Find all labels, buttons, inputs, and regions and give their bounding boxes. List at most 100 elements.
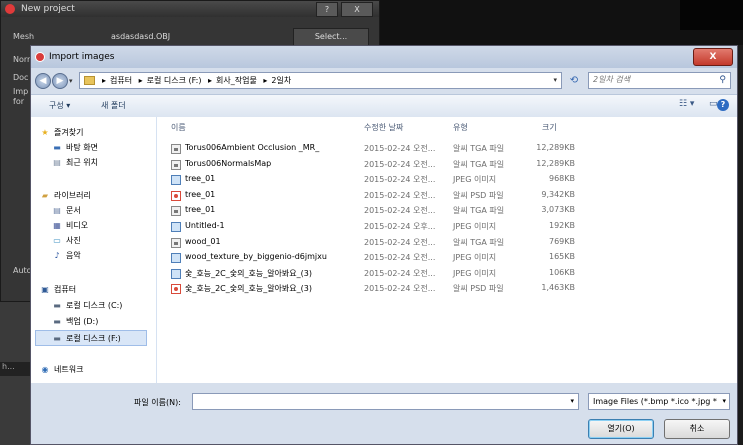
filename-input[interactable] [197,396,557,405]
file-row[interactable]: wood_01 2015-02-24 오전... 알씨 TGA 파일 769KB [157,236,737,251]
file-name: wood_texture_by_biggenio-d6jmjxu [185,252,327,262]
file-row[interactable]: wood_texture_by_biggenio-d6jmjxu 2015-02-… [157,251,737,266]
file-date: 2015-02-24 오전... [364,159,436,169]
file-name: tree_01 [185,174,216,184]
help-icon[interactable]: ? [717,99,729,111]
nav-recent[interactable]: ▤ 최근 위치 [51,157,98,168]
nav-favorites[interactable]: ★ 즐겨찾기 [39,127,83,138]
nav-pictures[interactable]: ▭ 사진 [51,235,81,246]
address-row: ◀ ▶ ▾ ▸ 컴퓨터 ▸ 로컬 디스크 (F:) ▸ 회사_작업물 ▸ 2일차 ▾ ⟲… [31,70,737,92]
file-name: tree_01 [185,189,216,199]
refresh-icon[interactable]: ⟲ [566,74,582,88]
file-row[interactable]: tree_01 2015-02-24 오전... 알씨 TGA 파일 3,073KB [157,204,737,219]
network-icon: ◉ [41,365,49,374]
file-date: 2015-02-24 오전... [364,175,436,185]
nav-drive-d[interactable]: ▬ 백업 (D:) [51,316,98,327]
file-date: 2015-02-24 오전... [364,144,436,153]
file-row[interactable]: tree_01 2015-02-24 오전... 알씨 PSD 파일 9,342KB [157,189,737,204]
organize-menu[interactable]: 구성 ▾ [49,100,70,111]
file-row[interactable]: Torus006NormalsMap 2015-02-24 오전... 알씨 TGA… [157,158,737,173]
filename-dropdown-icon[interactable]: ▾ [570,397,574,405]
picture-icon: ▭ [53,236,61,245]
address-bar[interactable]: ▸ 컴퓨터 ▸ 로컬 디스크 (F:) ▸ 회사_작업물 ▸ 2일차 ▾ [79,72,562,89]
nav-computer[interactable]: ▣ 컴퓨터 [39,284,76,295]
open-button[interactable]: 열기(O) [588,419,654,439]
file-type: JPEG 이미지 [453,268,497,278]
cancel-button[interactable]: 취소 [664,419,730,439]
document-icon: ▤ [53,206,61,215]
file-date: 2015-02-24 오전... [364,237,436,247]
breadcrumb-item[interactable]: 로컬 디스크 (F:) [147,76,202,85]
search-box[interactable]: ⚲ [588,72,731,89]
new-folder-button[interactable]: 새 폴더 [101,100,126,111]
drive-icon: ▬ [53,317,61,326]
search-icon[interactable]: ⚲ [719,75,726,85]
file-size: 12,289KB [536,143,575,152]
filetype-select[interactable]: Image Files (*.bmp *.ico *.jpg * ▾ [588,393,730,410]
filename-field[interactable]: ▾ [192,393,579,410]
column-header-size[interactable]: 크기 [542,122,557,133]
forward-button[interactable]: ▶ [52,73,68,89]
dialog-close-button[interactable]: X [693,48,733,66]
nav-libraries[interactable]: ▰ 라이브러리 [39,190,91,201]
file-row[interactable]: Untitled-1 2015-02-24 오후... JPEG 이미지 192KB [157,220,737,235]
normal-label: Norr [13,55,31,64]
desktop-icon: ▬ [53,143,61,152]
toolbar: 구성 ▾ 새 폴더 ☷ ▾ ▭ ? [31,94,737,118]
file-size: 12,289KB [536,158,575,168]
back-button[interactable]: ◀ [35,73,51,89]
music-icon: ♪ [54,251,60,260]
column-header-type[interactable]: 유형 [453,122,468,133]
drive-icon: ▬ [53,301,61,310]
nav-documents[interactable]: ▤ 문서 [51,205,81,216]
help-button[interactable]: ? [316,2,338,17]
filetype-dropdown-icon[interactable]: ▾ [720,394,726,409]
column-header-date[interactable]: 수정한 날짜 [364,122,403,133]
library-icon: ▰ [41,191,49,200]
file-date: 2015-02-24 오전... [364,206,436,216]
nav-network[interactable]: ◉ 네트워크 [39,364,84,375]
nav-videos[interactable]: ▦ 비디오 [51,220,88,231]
file-name: wood_01 [185,236,221,246]
file-size: 769KB [548,236,575,246]
search-input[interactable] [593,75,708,84]
file-date: 2015-02-24 오전... [364,268,436,278]
file-type: JPEG 이미지 [453,222,497,231]
history-dropdown-icon[interactable]: ▾ [69,77,73,85]
tga-file-icon [171,206,181,217]
select-mesh-button[interactable]: Select... [293,28,369,46]
psd-file-icon [171,284,181,295]
address-dropdown-icon[interactable]: ▾ [553,76,557,84]
nav-desktop[interactable]: ▬ 바탕 화면 [51,142,98,153]
jpg-file-icon [171,253,181,264]
breadcrumb-item[interactable]: 컴퓨터 [110,76,132,85]
for-label: for [13,97,24,106]
file-row[interactable]: tree_01 2015-02-24 오전... JPEG 이미지 968KB [157,173,737,188]
file-row[interactable]: 숯_호능_2C_숯의_호능_알아봐요_(3) 2015-02-24 오전... 알씨… [157,282,737,297]
file-type: JPEG 이미지 [453,253,497,263]
nav-music[interactable]: ♪ 음악 [51,250,80,261]
app-logo-icon [35,52,45,62]
file-type: 알씨 TGA 파일 [453,144,505,153]
nav-drive-c[interactable]: ▬ 로컬 디스크 (C:) [51,300,122,311]
filetype-value: Image Files (*.bmp *.ico *.jpg * [593,397,717,406]
breadcrumb-item[interactable]: 회사_작업물 [216,76,257,85]
file-row[interactable]: 숯_호능_2C_숯의_호능_알아봐요_(3) 2015-02-24 오전... JP… [157,267,737,282]
column-header-name[interactable]: 이름 [171,122,186,133]
folder-icon [84,76,95,85]
file-size: 9,342KB [541,189,575,199]
file-size: 106KB [548,267,575,277]
file-type: 알씨 TGA 파일 [453,159,505,169]
navigation-pane: ★ 즐겨찾기 ▬ 바탕 화면 ▤ 최근 위치 ▰ 라이브러리 ▤ 문서 ▦ 비디오 ▭ 사진 … [31,117,157,383]
file-size: 968KB [548,174,575,184]
tga-file-icon [171,144,181,154]
file-name: tree_01 [185,205,216,215]
file-date: 2015-02-24 오전... [364,190,436,200]
file-type: 알씨 PSD 파일 [453,190,504,200]
nav-drive-f[interactable]: ▬ 로컬 디스크 (F:) [51,333,121,344]
file-size: 3,073KB [541,205,575,215]
breadcrumb-item[interactable]: 2일차 [271,76,291,85]
view-options-icon[interactable]: ☷ ▾ [679,99,694,111]
file-row[interactable]: Torus006Ambient Occlusion _MR_ 2015-02-24… [157,142,737,157]
close-button[interactable]: X [341,2,373,17]
